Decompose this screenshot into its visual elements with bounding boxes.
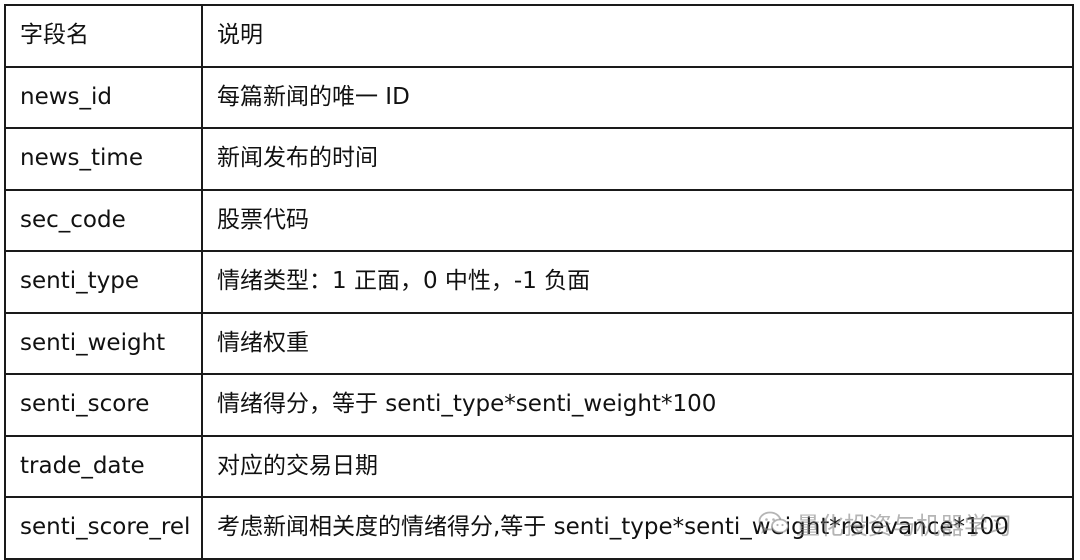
table-row: trade_date 对应的交易日期: [4, 434, 1074, 498]
table-row: senti_type 情绪类型：1 正面，0 中性，-1 负面: [4, 250, 1074, 314]
field-description-table: 字段名 说明 news_id 每篇新闻的唯一 ID news_time 新闻发布…: [4, 4, 1074, 560]
description-cell: 情绪类型：1 正面，0 中性，-1 负面: [201, 250, 1074, 314]
description-cell: 每篇新闻的唯一 ID: [201, 65, 1074, 129]
description-cell: 股票代码: [201, 188, 1074, 252]
field-name-cell: senti_weight: [4, 311, 203, 375]
field-name-cell: senti_type: [4, 250, 203, 314]
table-row: news_time 新闻发布的时间: [4, 127, 1074, 191]
table-row: news_id 每篇新闻的唯一 ID: [4, 65, 1074, 129]
header-description: 说明: [201, 4, 1074, 68]
description-cell: 新闻发布的时间: [201, 127, 1074, 191]
field-name-cell: senti_score_rel: [4, 496, 203, 560]
table-header-row: 字段名 说明: [4, 4, 1074, 68]
description-cell: 对应的交易日期: [201, 434, 1074, 498]
table-row: senti_score_rel 考虑新闻相关度的情绪得分,等于 senti_ty…: [4, 496, 1074, 560]
field-name-cell: senti_score: [4, 373, 203, 437]
description-cell: 情绪得分，等于 senti_type*senti_weight*100: [201, 373, 1074, 437]
field-name-cell: news_id: [4, 65, 203, 129]
description-cell: 考虑新闻相关度的情绪得分,等于 senti_type*senti_weight*…: [201, 496, 1074, 560]
table-row: sec_code 股票代码: [4, 188, 1074, 252]
description-cell: 情绪权重: [201, 311, 1074, 375]
field-name-cell: sec_code: [4, 188, 203, 252]
header-field-name: 字段名: [4, 4, 203, 68]
field-name-cell: trade_date: [4, 434, 203, 498]
table-row: senti_weight 情绪权重: [4, 311, 1074, 375]
field-name-cell: news_time: [4, 127, 203, 191]
table-row: senti_score 情绪得分，等于 senti_type*senti_wei…: [4, 373, 1074, 437]
